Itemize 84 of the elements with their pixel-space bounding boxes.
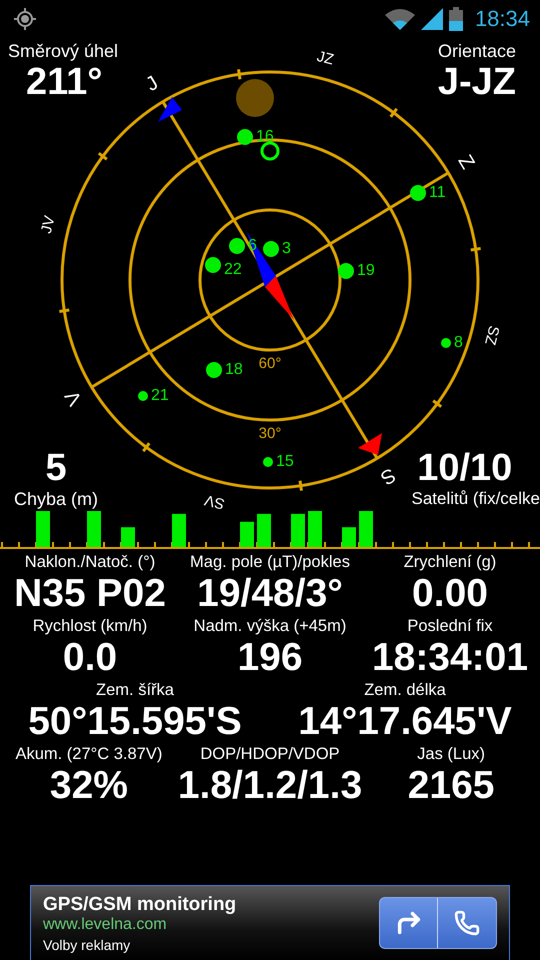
direction-label: JZ [315,48,336,69]
readout-value: 0.00 [412,572,488,616]
direction-label: J [142,72,162,96]
satellite-dot [229,238,245,254]
satellite-number: 19 [357,262,375,280]
satellite-dot [138,391,148,401]
satellite-number: 3 [282,240,291,258]
readout-label: Zem. délka [364,680,446,700]
satellite-dot [206,362,222,378]
error-value: 5 [45,448,67,488]
satellite-dot [263,457,273,467]
readout-label: Nadm. výška (+45m) [194,616,346,636]
needle-icon [265,276,294,320]
signal-bar [308,511,322,547]
readout-value: 50°15.595'S [28,700,242,744]
readout-value: 196 [237,636,303,680]
satellite-dot [338,263,354,279]
orientation-value: J-JZ [438,62,516,102]
signal-bar [359,511,373,547]
status-time: 18:34 [474,6,530,32]
heading-label: Směrový úhel [8,40,118,62]
phone-icon [454,910,480,936]
readout-value: 32% [50,764,128,808]
wifi-icon [384,8,415,30]
readout-value: N35 P02 [14,572,166,616]
orientation-label: Orientace [438,40,516,62]
readout-value: 18:34:01 [372,636,528,680]
signal-bar [257,514,271,547]
heading-value: 211° [26,62,103,102]
satellite-number: 11 [429,184,446,202]
signal-bar [121,527,135,547]
satellite-dot [410,185,426,201]
needle-icon [247,232,276,287]
signal-bar [172,514,186,547]
gps-icon [14,8,36,30]
signal-bar [87,511,101,547]
readout-label: Jas (Lux) [417,744,485,764]
signal-bar [36,511,50,547]
cell-signal-icon [420,8,443,30]
ad-title[interactable]: GPS/GSM monitoring [43,894,379,916]
readout-label: Poslední fix [407,616,493,636]
satellite-number: 18 [225,361,243,378]
direction-label: Z [453,151,479,174]
ad-url[interactable]: www.levelna.com [43,916,379,934]
satellite-count-label: Satelitů (fix/celke [412,488,540,510]
satellite-dot [205,257,221,273]
direction-marker-icon [158,97,182,122]
elevation-label: 60° [258,355,282,372]
readout-label: Mag. pole (µT)/pokles [190,552,350,572]
readout-label: DOP/HDOP/VDOP [200,744,340,764]
ad-options-link[interactable]: Volby reklamy [43,936,379,952]
direction-label: SV [202,491,226,510]
signal-bar [240,522,254,547]
satellite-number: 22 [224,261,242,278]
readout-label: Naklon./Natoč. (°) [24,552,156,572]
readout-label: Zem. šířka [96,680,174,700]
satellite-count-value: 10/10 [417,448,512,488]
error-label: Chyba (m) [14,488,98,510]
satellite-dot [441,338,451,348]
satellite-number: 15 [276,453,294,470]
readout-value: 0.0 [62,636,118,680]
elevation-label: 30° [258,425,282,442]
readout-label: Akum. (27°C 3.87V) [15,744,162,764]
readout-value: 1.8/1.2/1.3 [178,764,362,808]
direction-label: V [61,386,87,410]
battery-icon [448,7,463,31]
readout-value: 19/48/3° [197,572,343,616]
readout-value: 14°17.645'V [298,700,512,744]
satellite-dot [237,129,253,145]
signal-bar [291,514,305,547]
direction-label: JV [38,214,59,236]
readout-value: 2165 [408,764,494,808]
direction-marker-icon [358,433,382,455]
satellite-number: 8 [454,334,463,352]
satellite-number: 21 [151,387,169,404]
readout-label: Rychlost (km/h) [32,616,148,636]
readout-label: Zrychlení (g) [404,552,496,572]
sun-icon [236,79,274,117]
direction-label: SZ [481,324,502,347]
satellite-dot [263,241,279,257]
direction-label: S [376,463,400,489]
ad-banner[interactable]: GPS/GSM monitoring www.levelna.com Volby reklamy [30,885,510,960]
signal-bar [342,527,356,547]
target-circle-icon [260,142,280,160]
